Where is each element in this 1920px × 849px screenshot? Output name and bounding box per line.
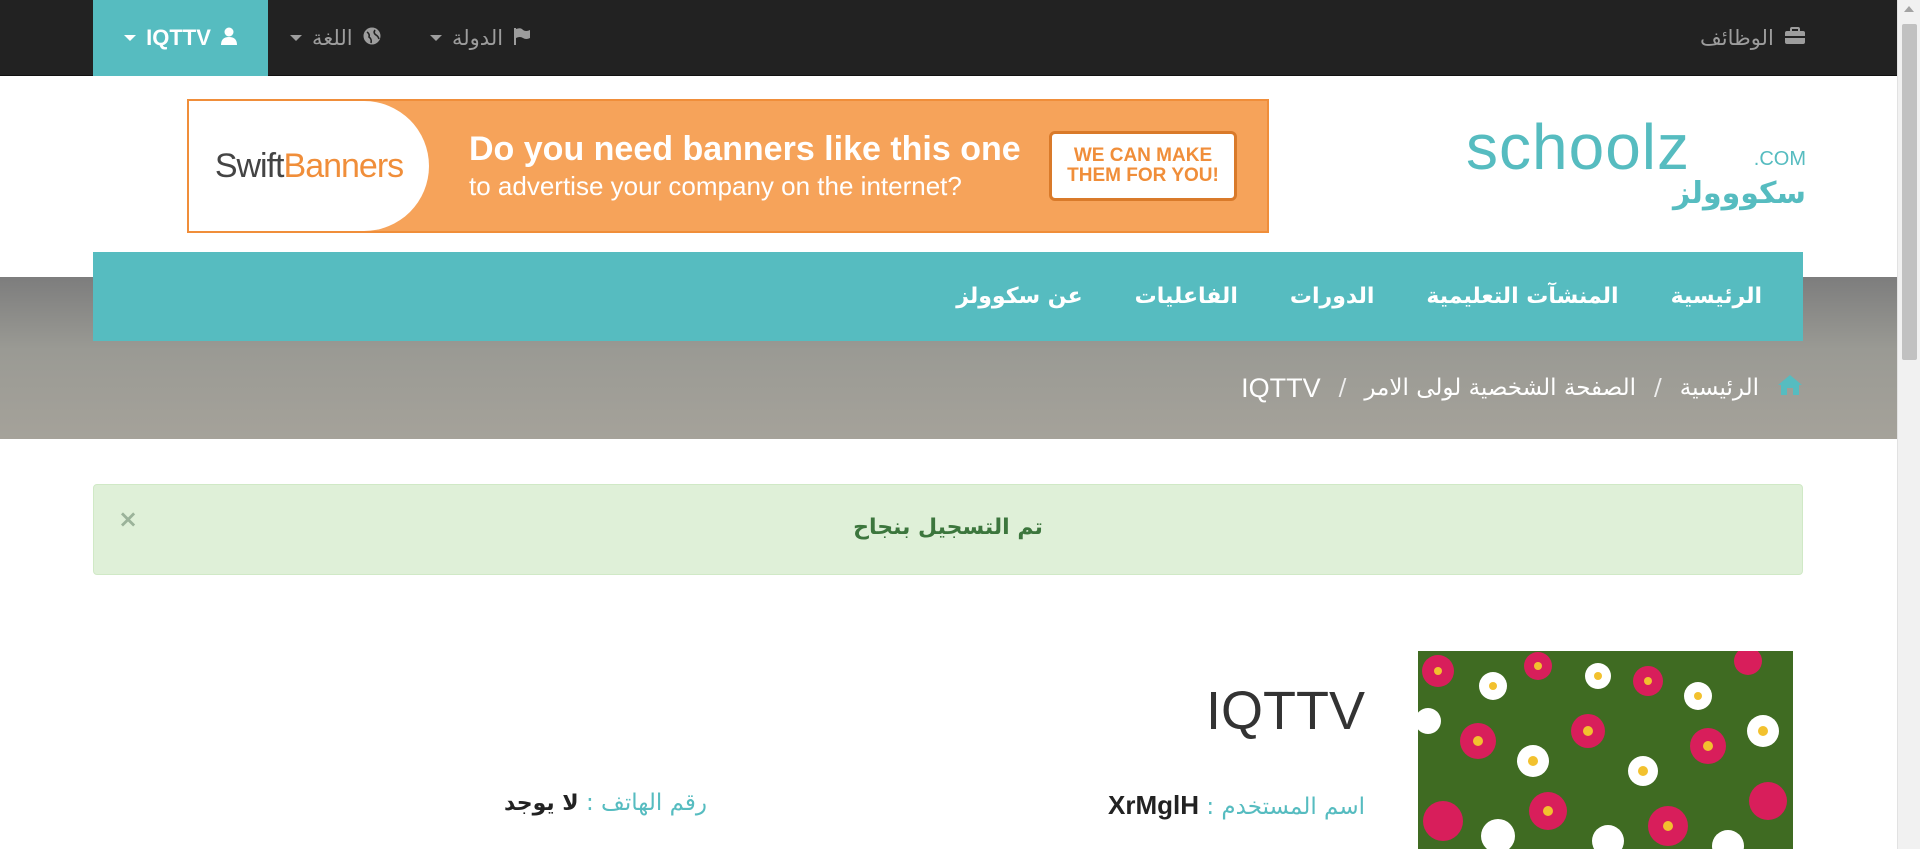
chevron-down-icon: [430, 35, 442, 41]
breadcrumb: الرئيسية / الصفحة الشخصية لولى الامر / I…: [1241, 368, 1803, 408]
language-dropdown[interactable]: اللغة: [290, 0, 381, 76]
breadcrumb-separator: /: [1338, 375, 1347, 401]
phone-value: لا يوجد: [504, 791, 579, 816]
user-icon: [220, 25, 237, 51]
ad-cta-button[interactable]: WE CAN MAKE THEM FOR YOU!: [1049, 131, 1237, 201]
scroll-thumb[interactable]: [1902, 24, 1917, 360]
breadcrumb-current: IQTTV: [1241, 372, 1321, 403]
ad-banner-brand: SwiftBanners: [189, 101, 429, 231]
username-field: اسم المستخدم : XrMglH: [1108, 790, 1365, 821]
top-navbar: IQTTV اللغة الدولة الوظائف: [0, 0, 1897, 76]
nav-item-events[interactable]: الفاعليات: [1109, 284, 1264, 309]
jobs-label: الوظائف: [1700, 26, 1774, 50]
breadcrumb-separator: /: [1654, 375, 1662, 401]
jobs-link[interactable]: الوظائف: [1700, 0, 1806, 76]
username-value: XrMglH: [1108, 790, 1200, 820]
flag-icon: [513, 26, 531, 50]
logo-arabic: سكووولز: [1673, 176, 1806, 211]
main-nav: الرئيسية المنشآت التعليمية الدورات الفاع…: [93, 252, 1803, 341]
phone-label: رقم الهاتف :: [586, 790, 707, 816]
ad-banner-text: Do you need banners like this one to adv…: [429, 130, 1049, 202]
user-menu-label: IQTTV: [146, 25, 211, 50]
success-alert: × تم التسجيل بنجاح: [93, 484, 1803, 575]
profile-photo: [1418, 651, 1793, 849]
ad-banner[interactable]: SwiftBanners Do you need banners like th…: [187, 99, 1269, 233]
nav-item-about[interactable]: عن سكوولز: [930, 284, 1108, 309]
user-menu-dropdown[interactable]: IQTTV: [93, 0, 268, 76]
country-label: الدولة: [452, 26, 504, 50]
page-scrollbar[interactable]: [1897, 0, 1920, 849]
nav-item-home[interactable]: الرئيسية: [1645, 284, 1788, 309]
breadcrumb-home[interactable]: الرئيسية: [1680, 375, 1759, 401]
logo-domain: .COM: [1753, 148, 1806, 170]
country-dropdown[interactable]: الدولة: [430, 0, 531, 76]
briefcase-icon: [1784, 26, 1806, 50]
ad-brand-part2: Banners: [283, 146, 405, 185]
ad-headline: Do you need banners like this one: [469, 130, 1021, 168]
chevron-down-icon: [290, 35, 302, 41]
home-icon[interactable]: [1777, 374, 1803, 402]
nav-item-institutions[interactable]: المنشآت التعليمية: [1400, 284, 1644, 309]
site-logo[interactable]: schoolz .COM سكووولز: [1466, 110, 1806, 220]
ad-brand-part1: Swift: [214, 146, 285, 185]
globe-icon: [363, 26, 381, 50]
ad-subline: to advertise your company on the interne…: [469, 171, 962, 201]
username-label: اسم المستخدم :: [1206, 794, 1365, 820]
profile-name: IQTTV: [1206, 681, 1365, 741]
alert-message: تم التسجيل بنجاح: [853, 515, 1043, 540]
nav-item-courses[interactable]: الدورات: [1264, 284, 1401, 309]
breadcrumb-parent[interactable]: الصفحة الشخصية لولى الامر: [1364, 375, 1636, 401]
phone-field: رقم الهاتف : لا يوجد: [504, 790, 707, 816]
language-label: اللغة: [312, 26, 353, 50]
scroll-up-arrow-icon[interactable]: [1904, 6, 1914, 12]
chevron-down-icon: [124, 35, 137, 41]
logo-text: schoolz: [1466, 111, 1690, 183]
